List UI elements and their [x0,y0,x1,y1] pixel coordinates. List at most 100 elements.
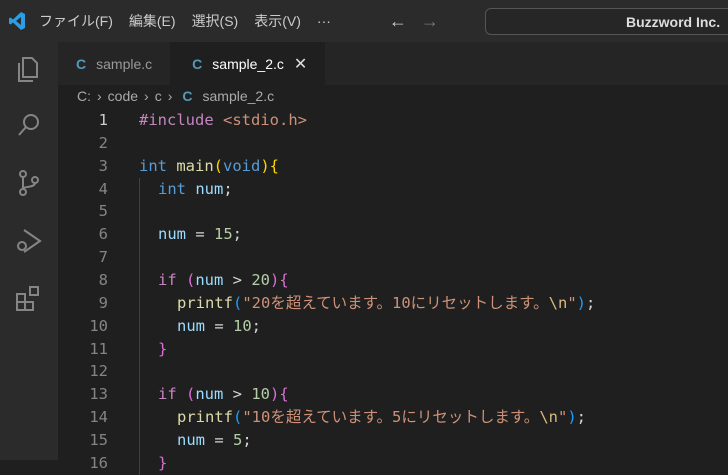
command-center-search[interactable]: Buzzword Inc. [485,8,728,35]
code-token: ; [232,225,243,244]
code-token: = [205,316,233,335]
back-arrow-icon[interactable]: ← [389,11,407,32]
code-token: > [223,385,252,404]
code-token: \n [548,293,568,312]
code-token: "10を超えています。5にリセットします。 [242,408,540,427]
indent-guide [139,269,140,292]
code-line[interactable]: 14 printf("10を超えています。5にリセットします。\n"); [58,406,728,430]
code-token: ; [251,316,262,335]
breadcrumb-code[interactable]: code [108,88,138,104]
line-number: 13 [89,385,108,404]
indent-guide [139,337,140,361]
search-icon[interactable] [14,110,44,140]
line-number: 2 [98,133,108,152]
code-token: num [195,271,224,290]
menu-file[interactable]: ファイル(F) [39,11,113,31]
code-token: ) [260,156,270,175]
code-token: } [158,339,168,358]
code-editor[interactable]: 1 #include <stdio.h> 2 3 int main(void){4 int… [58,109,728,475]
c-file-icon: C [182,88,193,104]
line-number: 11 [89,339,108,358]
code-line[interactable]: 5 [58,200,728,224]
code-text: printf("10を超えています。5にリセットします。\n"); [177,406,586,429]
chevron-right-icon: › [144,88,149,104]
line-number: 6 [98,225,108,244]
menu-view[interactable]: 表示(V) [254,11,301,31]
tab-sample-c[interactable]: C sample.c [58,42,170,85]
code-token: " [557,408,568,427]
menu-selection[interactable]: 選択(S) [192,11,239,31]
c-file-icon: C [192,55,203,72]
code-line[interactable]: 1 #include <stdio.h> [58,109,728,132]
indent-guide [139,360,140,384]
code-token: ; [586,293,596,312]
code-token: > [223,271,252,290]
code-token: num [177,431,205,450]
code-line[interactable]: 7 [58,246,728,270]
chevron-right-icon: › [97,88,102,104]
code-line[interactable]: 4 int num; [58,177,728,201]
code-line[interactable]: 16} [58,451,728,475]
forward-arrow-icon[interactable]: → [421,11,439,32]
code-token: int [158,179,196,198]
indent-guide [139,406,140,430]
code-text: num = 15; [158,223,242,246]
code-token: main [176,156,214,175]
code-line[interactable]: 15 num = 5; [58,429,728,452]
code-token: <stdio.h> [223,111,307,129]
code-text: #include <stdio.h> [139,109,307,132]
tab-sample-2-c[interactable]: C sample_2.c ✕ [170,42,326,85]
line-number: 3 [98,156,108,175]
code-token: ( [186,385,196,404]
code-text: num = 5; [177,429,252,452]
code-line[interactable]: 9 printf("20を超えています。10にリセットします。\n"); [58,291,728,315]
run-debug-icon[interactable] [14,226,44,256]
code-line[interactable]: 10 num = 10; [58,314,728,338]
menu-more[interactable]: ··· [317,13,331,29]
code-token: "20を超えています。10にリセットします。 [242,293,549,312]
explorer-icon[interactable] [14,54,44,84]
source-control-icon[interactable] [14,168,44,198]
tab-label: sample_2.c [212,55,284,72]
code-token: 10 [233,316,252,335]
line-number: 5 [98,202,108,221]
code-token: 5 [233,431,243,450]
indent-guide [139,314,140,338]
code-token: ( [233,408,243,427]
line-number: 4 [98,179,108,198]
indent-guide [139,383,140,407]
code-line[interactable]: 13 if (num > 10){ [58,383,728,407]
code-line[interactable]: 6 num = 15; [58,223,728,247]
line-number: 16 [89,453,108,472]
code-token: if [158,385,186,404]
code-line[interactable]: 12 [58,360,728,384]
breadcrumb-c[interactable]: c [155,88,162,104]
line-number: 9 [98,293,108,312]
code-line[interactable]: 3 int main(void){ [58,155,728,178]
code-line[interactable]: 8 if (num > 20){ [58,269,728,292]
code-token: num [195,385,224,404]
extensions-icon[interactable] [14,284,44,314]
line-number: 10 [89,316,108,335]
code-token: = [186,225,214,244]
code-line[interactable]: 2 [58,132,728,155]
code-token: printf [177,293,233,312]
code-text: int num; [158,178,233,201]
code-token: #include [139,111,223,129]
code-token: = [205,431,233,450]
close-icon[interactable]: ✕ [294,54,307,74]
line-number: 15 [89,431,108,450]
c-file-icon: C [76,55,87,72]
code-token: ; [576,408,587,427]
code-text: num = 10; [177,315,261,338]
code-text: if (num > 20){ [158,269,289,292]
code-line[interactable]: 11} [58,337,728,361]
menu-edit[interactable]: 編集(E) [129,11,176,31]
code-token: ; [242,431,252,450]
indent-guide [139,246,140,270]
title-bar: ファイル(F) 編集(E) 選択(S) 表示(V) ··· ← → Buzzwo… [0,0,728,42]
chevron-right-icon: › [167,88,173,104]
code-token: num [195,179,224,198]
breadcrumb-drive[interactable]: C: [77,88,91,104]
breadcrumb-file[interactable]: sample_2.c [203,88,275,104]
